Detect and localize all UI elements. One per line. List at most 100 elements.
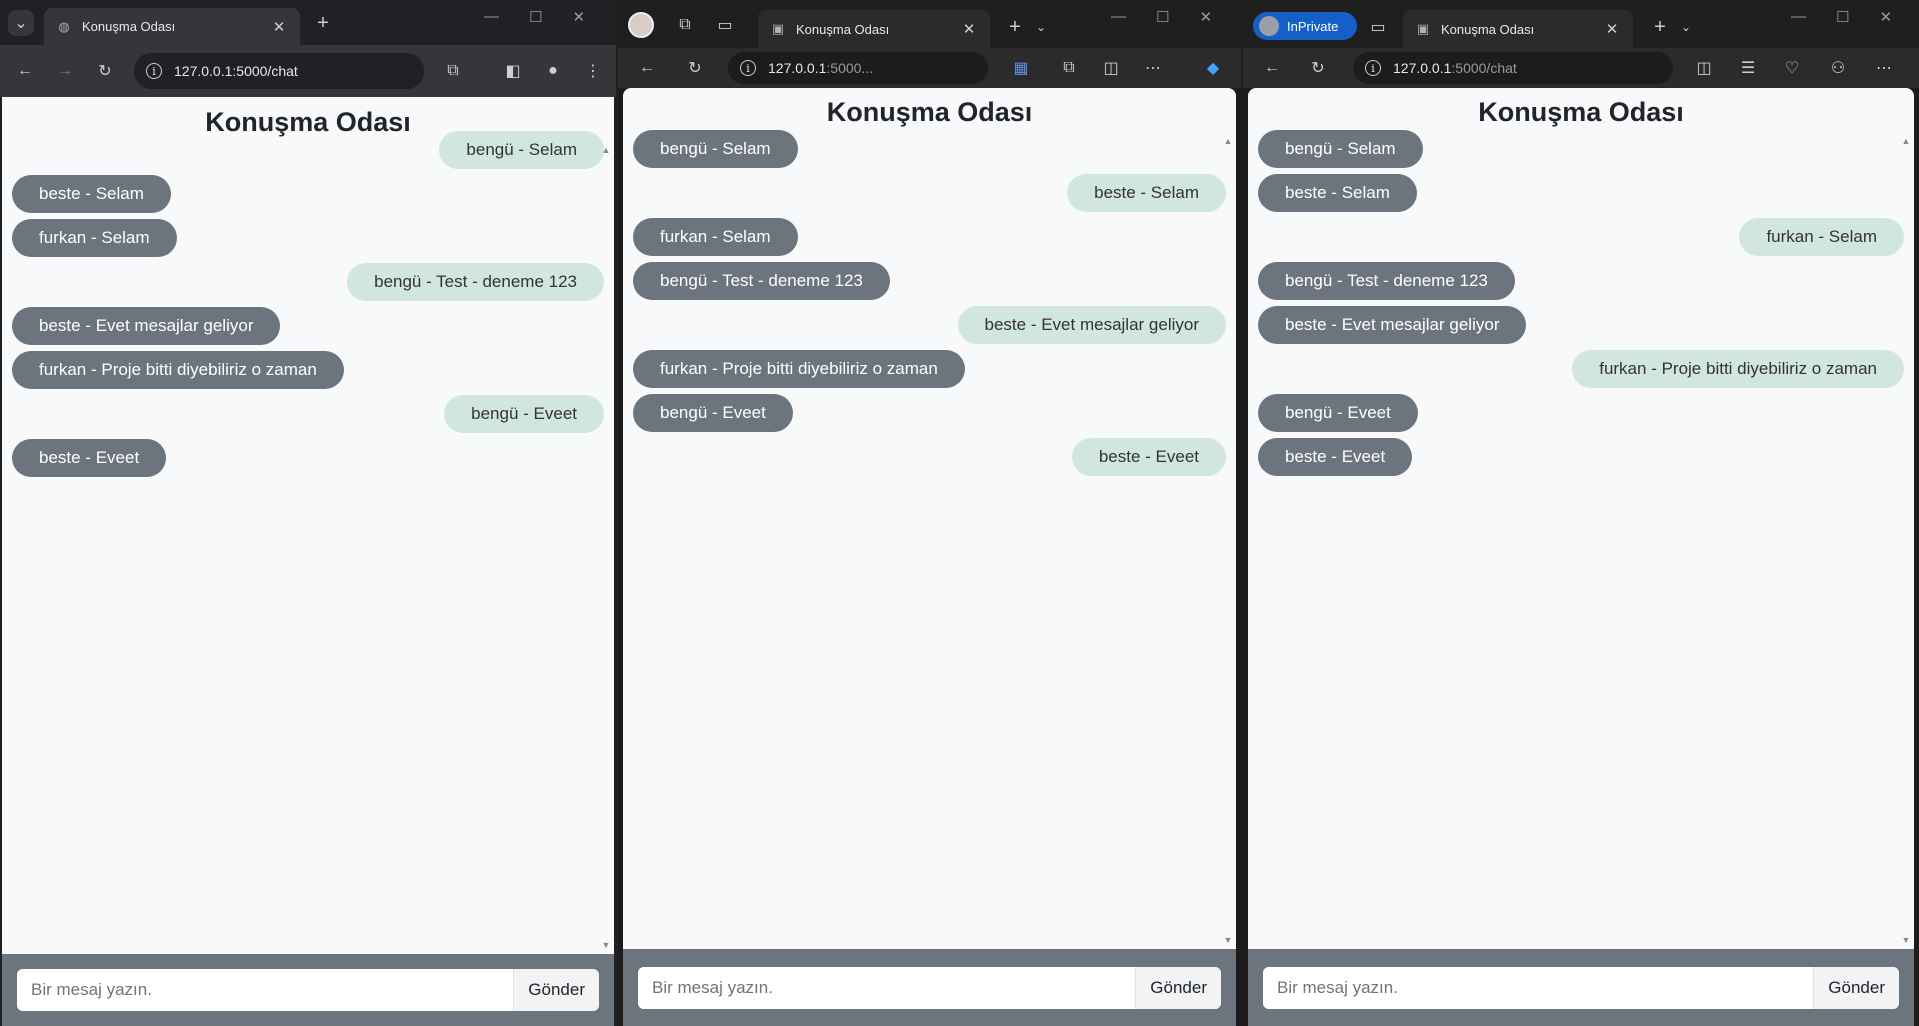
input-bar: Bir mesaj yazın. Gönder — [623, 949, 1236, 1026]
reload-icon[interactable]: ↻ — [682, 55, 708, 81]
profile-icon[interactable]: ● — [540, 58, 566, 84]
minimize-icon[interactable]: — — [1111, 8, 1126, 26]
tab-chat[interactable]: ◍ Konuşma Odası ✕ — [44, 8, 300, 45]
favorites-icon[interactable]: ☰ — [1735, 55, 1761, 81]
reload-icon[interactable]: ↻ — [92, 58, 118, 84]
tab-title: Konuşma Odası — [1441, 21, 1535, 37]
message-row: bengü - Eveet — [633, 391, 1226, 435]
reload-icon[interactable]: ↻ — [1305, 55, 1331, 81]
back-icon[interactable]: ← — [634, 55, 660, 81]
scroll-down-icon[interactable]: ▼ — [602, 940, 611, 950]
page-content: Konuşma Odası bengü - Selam beste - Selam… — [2, 97, 614, 954]
browser-essentials-icon[interactable]: ♡ — [1779, 55, 1805, 81]
new-tab-icon[interactable]: + — [310, 10, 336, 36]
message-row: bengü - Test - deneme 123 — [12, 260, 604, 304]
back-icon[interactable]: ← — [12, 58, 38, 84]
chrome-window: ⌄ ◍ Konuşma Odası ✕ + — ☐ ✕ ← → ↻ ☆ ⧉ ◧ … — [0, 0, 616, 1026]
avatar — [1259, 16, 1279, 36]
scroll-up-icon[interactable]: ▲ — [602, 145, 611, 155]
edge-inprivate-window: InPrivate ▭ ▣ Konuşma Odası ✕ + ⌄ — ☐ ✕ … — [1243, 0, 1919, 1026]
new-tab-icon[interactable]: + — [1647, 14, 1673, 40]
message-row: beste - Selam — [1258, 171, 1904, 215]
message-row: furkan - Proje bitti diyebiliriz o zaman — [1258, 347, 1904, 391]
tab-actions-icon[interactable]: ⌄ — [1673, 14, 1699, 40]
site-info-icon[interactable]: i — [740, 60, 756, 76]
copilot-icon[interactable]: ◆ — [1200, 55, 1226, 81]
scroll-up-icon[interactable]: ▲ — [1902, 136, 1911, 146]
tab-strip: ⌄ ◍ Konuşma Odası ✕ + — ☐ ✕ — [0, 0, 616, 45]
message-row: beste - Evet mesajlar geliyor — [633, 303, 1226, 347]
collections-icon[interactable]: ⚇ — [1825, 55, 1851, 81]
send-button[interactable]: Gönder — [1135, 966, 1221, 1009]
split-screen-icon[interactable]: ◫ — [1098, 55, 1124, 81]
send-button[interactable]: Gönder — [1813, 966, 1899, 1009]
message-row: furkan - Proje bitti diyebiliriz o zaman — [633, 347, 1226, 391]
tab-actions-icon[interactable]: ⌄ — [1028, 14, 1054, 40]
message-input[interactable]: Bir mesaj yazın. — [17, 969, 514, 1011]
tab-title: Konuşma Odası — [82, 19, 176, 34]
message-row: beste - Eveet — [1258, 435, 1904, 479]
forward-icon[interactable]: → — [52, 58, 78, 84]
window-controls: — ☐ ✕ — [1791, 8, 1892, 26]
url-path: :5000/chat — [1451, 60, 1517, 76]
close-tab-icon[interactable]: ✕ — [270, 18, 288, 36]
back-icon[interactable]: ← — [1259, 55, 1285, 81]
message-bubble: bengü - Test - deneme 123 — [1258, 262, 1515, 300]
url-host: 127.0.0.1 — [1393, 60, 1452, 76]
vertical-tabs-icon[interactable]: ▭ — [712, 12, 738, 38]
close-tab-icon[interactable]: ✕ — [1603, 20, 1621, 38]
message-row: beste - Selam — [12, 172, 604, 216]
message-row: furkan - Proje bitti diyebiliriz o zaman — [12, 348, 604, 392]
extensions-icon[interactable]: ⧉ — [440, 58, 466, 84]
close-window-icon[interactable]: ✕ — [572, 8, 585, 26]
scroll-up-icon[interactable]: ▲ — [1224, 136, 1233, 146]
new-tab-icon[interactable]: + — [1002, 14, 1028, 40]
vertical-tabs-icon[interactable]: ▭ — [1365, 14, 1391, 40]
message-bubble: furkan - Proje bitti diyebiliriz o zaman — [633, 350, 965, 388]
page-title: Konuşma Odası — [1478, 97, 1684, 127]
message-bubble: furkan - Proje bitti diyebiliriz o zaman — [12, 351, 344, 389]
site-info-icon[interactable]: i — [1365, 60, 1381, 76]
avatar[interactable] — [628, 12, 654, 38]
inprivate-badge[interactable]: InPrivate — [1253, 12, 1357, 40]
site-info-icon[interactable]: i — [146, 63, 162, 79]
message-input[interactable]: Bir mesaj yazın. — [1263, 966, 1814, 1009]
address-bar[interactable]: i 127.0.0.1:5000/chat — [134, 53, 424, 89]
scroll-down-icon[interactable]: ▼ — [1224, 935, 1233, 945]
close-tab-icon[interactable]: ✕ — [960, 20, 978, 38]
page-content: Konuşma Odası bengü - Selam beste - Selam… — [623, 88, 1236, 949]
message-bubble: furkan - Selam — [12, 219, 177, 257]
menu-icon[interactable]: ⋮ — [580, 58, 606, 84]
tab-chat[interactable]: ▣ Konuşma Odası ✕ — [1403, 10, 1633, 48]
minimize-icon[interactable]: — — [1791, 8, 1806, 26]
close-window-icon[interactable]: ✕ — [1879, 8, 1892, 26]
url-path: :5000... — [826, 60, 874, 76]
scrollbar[interactable]: ▲ ▼ — [1900, 136, 1912, 945]
maximize-icon[interactable]: ☐ — [1836, 8, 1849, 26]
url-path: :5000/chat — [232, 63, 298, 79]
send-button[interactable]: Gönder — [513, 969, 599, 1011]
own-message-bubble: bengü - Test - deneme 123 — [347, 263, 604, 301]
address-bar[interactable]: i 127.0.0.1:5000/chat — [1353, 52, 1673, 84]
minimize-icon[interactable]: — — [484, 8, 499, 26]
more-icon[interactable]: ⋯ — [1140, 55, 1166, 81]
own-message-bubble: furkan - Selam — [1739, 218, 1904, 256]
extensions-icon[interactable]: ⧉ — [1056, 55, 1082, 81]
maximize-icon[interactable]: ☐ — [1156, 8, 1169, 26]
scrollbar[interactable]: ▲ ▼ — [600, 145, 612, 950]
close-window-icon[interactable]: ✕ — [1199, 8, 1212, 26]
side-panel-icon[interactable]: ◧ — [500, 58, 526, 84]
message-row: furkan - Selam — [12, 216, 604, 260]
scrollbar[interactable]: ▲ ▼ — [1222, 136, 1234, 945]
address-bar[interactable]: i 127.0.0.1:5000... — [728, 52, 988, 84]
more-icon[interactable]: ⋯ — [1871, 55, 1897, 81]
workspaces-icon[interactable]: ⧉ — [672, 12, 698, 38]
scroll-down-icon[interactable]: ▼ — [1902, 935, 1911, 945]
tab-search-icon[interactable]: ⌄ — [8, 10, 34, 36]
maximize-icon[interactable]: ☐ — [529, 8, 542, 26]
translate-icon[interactable]: ▦ — [1008, 55, 1034, 81]
window-controls: — ☐ ✕ — [484, 8, 585, 26]
tab-chat[interactable]: ▣ Konuşma Odası ✕ — [758, 10, 990, 48]
split-screen-icon[interactable]: ◫ — [1691, 55, 1717, 81]
message-input[interactable]: Bir mesaj yazın. — [638, 966, 1136, 1009]
